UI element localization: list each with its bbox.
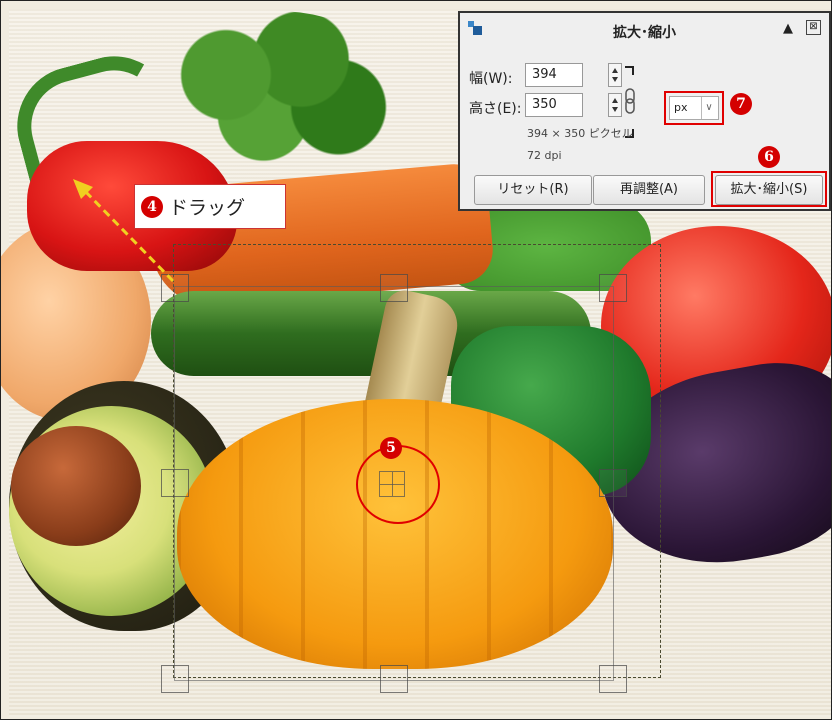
reset-button[interactable]: リセット(R) bbox=[474, 175, 592, 205]
close-icon[interactable]: ⊠ bbox=[806, 20, 821, 35]
collapse-up-icon[interactable]: ▲ bbox=[783, 21, 793, 36]
dialog-title: 拡大･縮小 bbox=[613, 25, 676, 41]
resolution-info: 72 dpi bbox=[527, 149, 562, 162]
unit-select[interactable]: px ∨ bbox=[669, 96, 719, 120]
width-label: 幅(W): bbox=[469, 71, 513, 87]
scale-dialog: 拡大･縮小 ▲ ⊠ 幅(W): 394 高さ(E): 350 px ∨ 7 39… bbox=[458, 11, 831, 211]
readjust-button[interactable]: 再調整(A) bbox=[593, 175, 705, 205]
marker-6: 6 bbox=[758, 146, 780, 168]
height-input[interactable]: 350 bbox=[525, 93, 583, 117]
unit-highlight: px ∨ bbox=[664, 91, 724, 125]
screenshot-frame: 5 4 ドラッグ 拡大･縮小 ▲ ⊠ 幅(W): 394 高さ(E): 350 bbox=[0, 0, 832, 720]
height-label: 高さ(E): bbox=[469, 101, 522, 117]
chevron-down-icon: ∨ bbox=[701, 97, 716, 119]
drag-instruction-label: 4 ドラッグ bbox=[134, 184, 286, 229]
width-spin-button[interactable] bbox=[608, 63, 622, 87]
unit-value: px bbox=[674, 101, 688, 114]
marker-7: 7 bbox=[730, 93, 752, 115]
width-input[interactable]: 394 bbox=[525, 63, 583, 87]
pixel-size-info: 394 × 350 ピクセル bbox=[527, 127, 633, 140]
drag-text: ドラッグ bbox=[169, 197, 246, 219]
dialog-titlebar[interactable]: 拡大･縮小 ▲ ⊠ bbox=[460, 13, 829, 51]
height-spin-button[interactable] bbox=[608, 93, 622, 117]
scale-button-highlight: 拡大･縮小(S) bbox=[711, 171, 827, 207]
marker-4: 4 bbox=[141, 195, 163, 218]
scale-button[interactable]: 拡大･縮小(S) bbox=[715, 175, 823, 205]
